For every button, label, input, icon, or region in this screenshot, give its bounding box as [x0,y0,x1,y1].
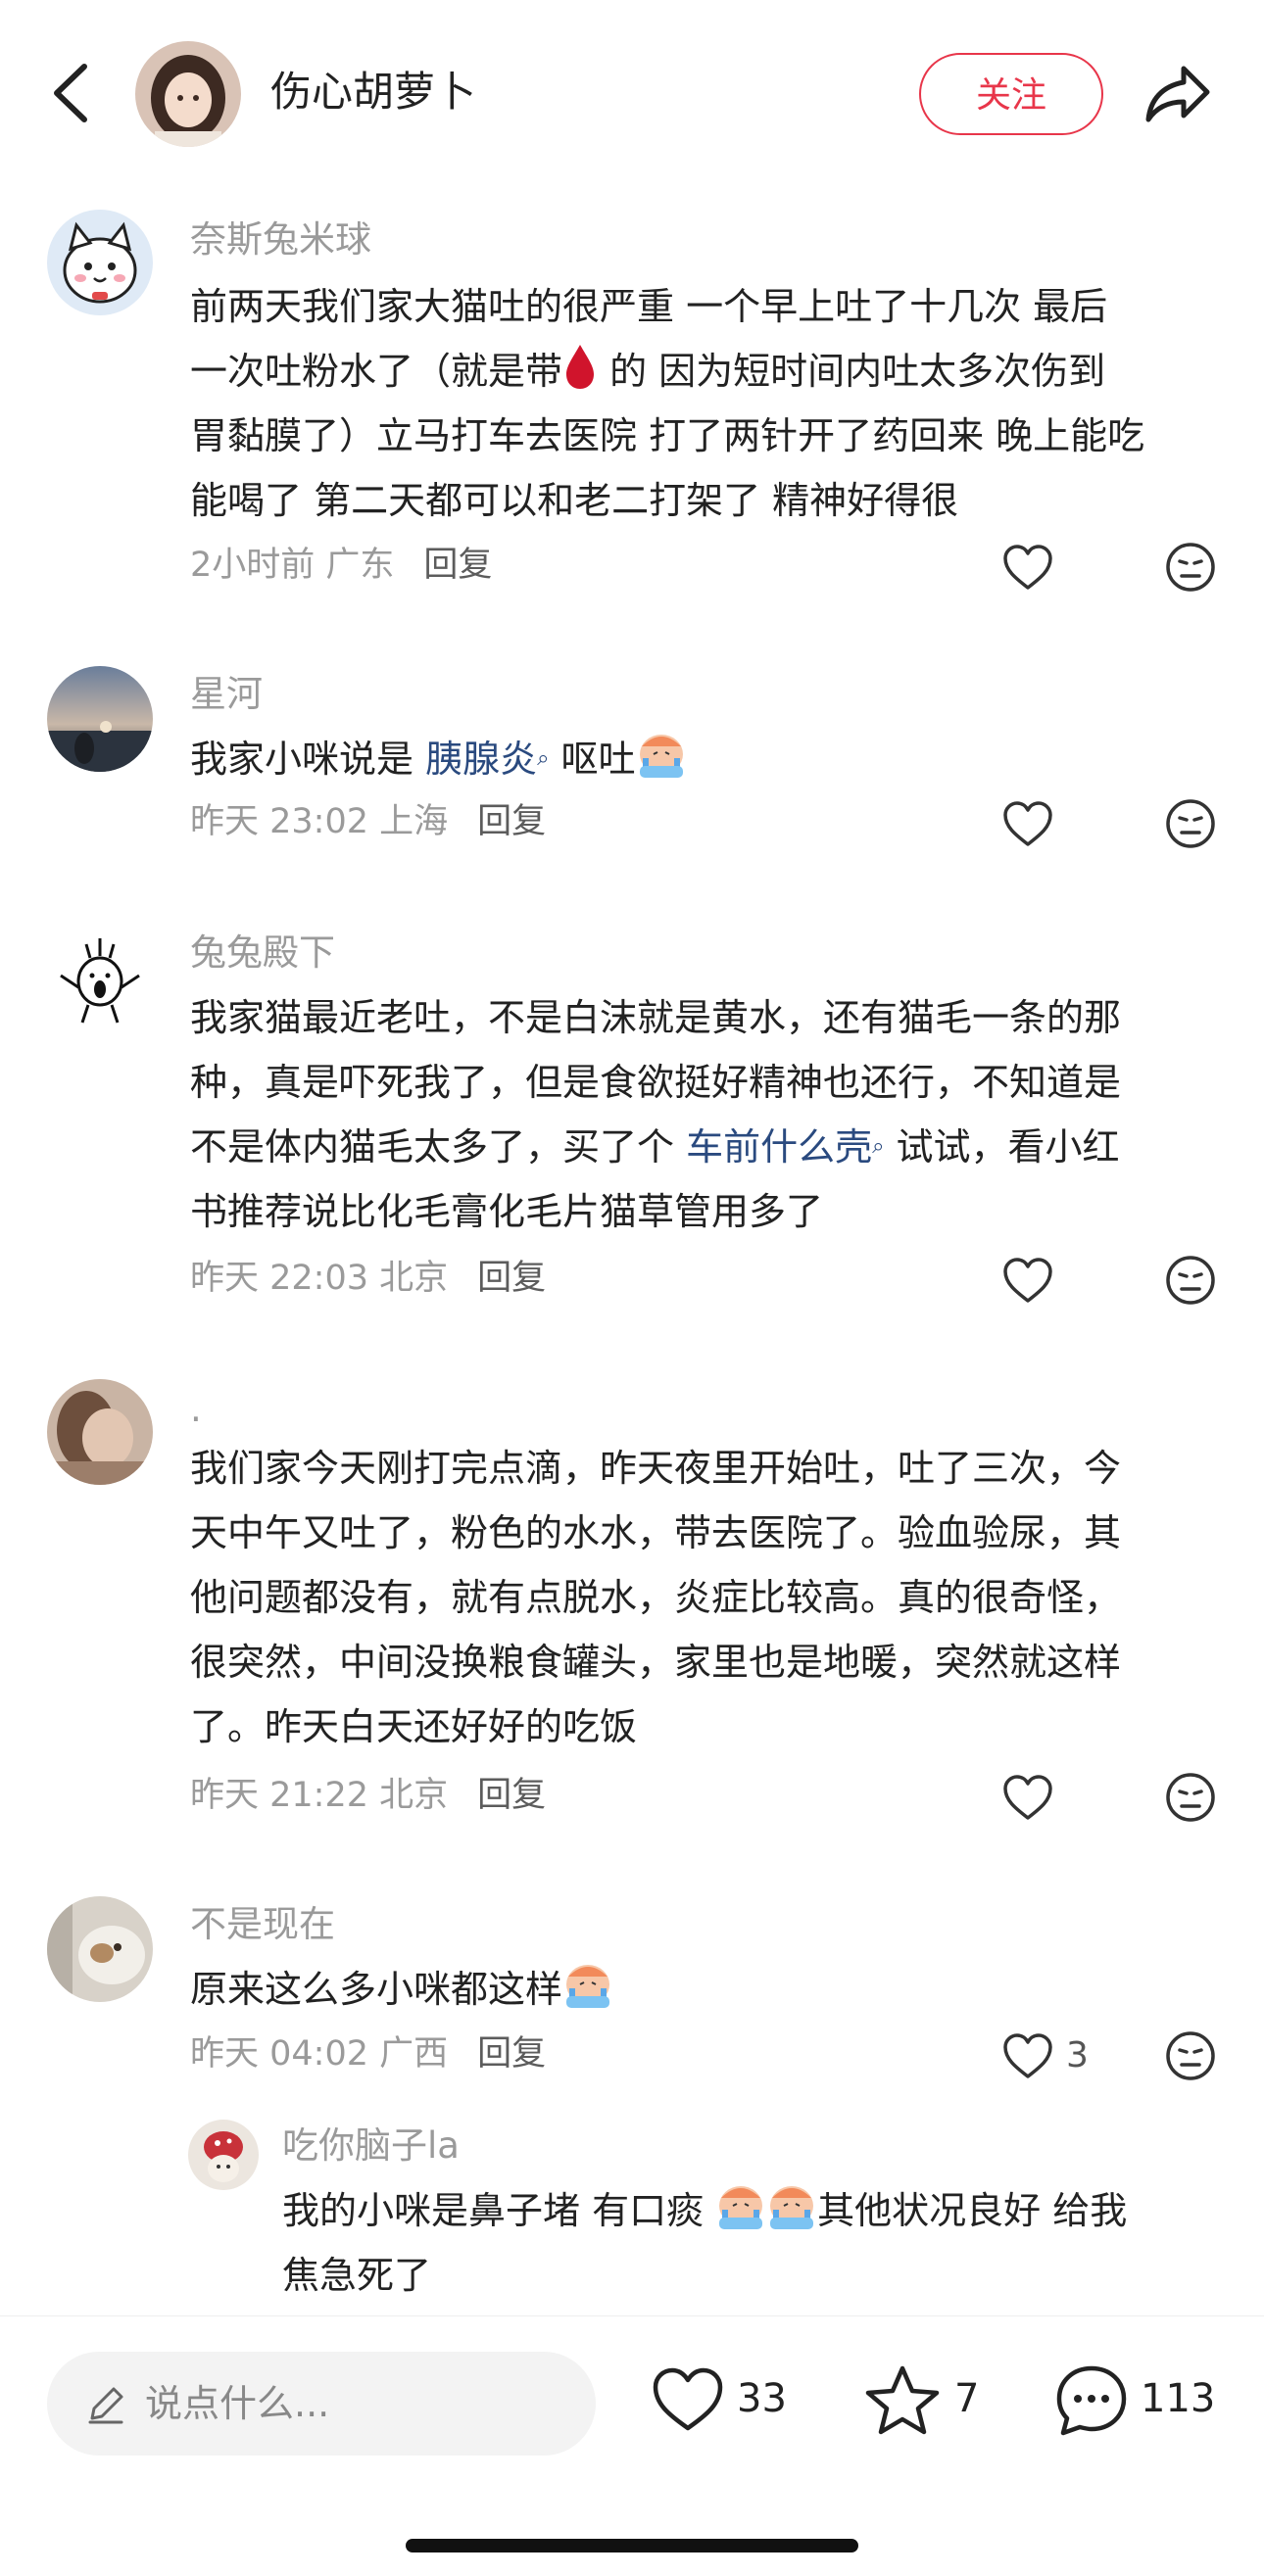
commenter-avatar[interactable] [47,925,153,1030]
star-icon[interactable] [864,2363,941,2440]
commenter-name[interactable]: 星河 [190,670,263,719]
reply-button[interactable]: 回复 [477,1259,546,1298]
blood-drop-icon [562,341,598,392]
crying-emoji-icon [636,729,687,780]
comment-count: 113 [1141,2376,1216,2421]
dislike-face-icon[interactable] [1164,1771,1217,1824]
heart-icon[interactable] [1001,1773,1054,1822]
comment-line: 他问题都没有，就有点脱水，炎症比较高。真的很奇怪， [190,1576,1122,1619]
dislike-face-icon[interactable] [1164,1254,1217,1307]
share-icon[interactable] [1144,63,1213,125]
reply-button[interactable]: 回复 [423,546,492,585]
comment-line: 前两天我们家大猫吐的很严重 一个早上吐了十几次 最后 [190,285,1108,328]
author-avatar[interactable] [135,41,241,147]
heart-icon[interactable] [1001,543,1054,592]
dislike-face-icon[interactable] [1164,797,1217,850]
comment-line-part: 试试，看小红 [884,1125,1120,1169]
replier-avatar[interactable] [188,2120,259,2190]
commenter-avatar[interactable] [47,1896,153,2002]
comment-time-location: 昨天 22:03 北京 [190,1259,449,1298]
like-count: 33 [737,2376,787,2421]
comment-line: 了。昨天白天还好好的吃饭 [190,1705,638,1748]
comment-line: 很突然，中间没换粮食罐头，家里也是地暖，突然就这样 [190,1641,1122,1684]
comment-line-part: 的 因为短时间内吐太多次伤到 [598,350,1106,393]
pen-icon [84,2383,127,2426]
commenter-avatar[interactable] [47,666,153,772]
comment-meta: 昨天 22:03 北京 回复 [190,1254,546,1303]
comment-time-location: 昨天 21:22 北京 [190,1776,449,1815]
author-name[interactable]: 伤心胡萝卜 [270,65,476,119]
crying-emoji-icon [715,2180,766,2231]
comment-line: 不是体内猫毛太多了，买了个 车前什么壳⌕ 试试，看小红 [190,1115,1229,1179]
comment-time-location: 昨天 23:02 上海 [190,802,449,841]
heart-icon[interactable] [1001,2031,1054,2080]
comment-text: 我家猫最近老吐，不是白沫就是黄水，还有猫毛一条的那 种，真是吓死我了，但是食欲挺… [190,985,1229,1244]
reply-button[interactable]: 回复 [477,1776,546,1815]
commenter-avatar[interactable] [47,210,153,315]
comment-text-part: 我家小咪说是 [190,738,426,781]
heart-icon[interactable] [1001,1256,1054,1305]
follow-button[interactable]: 关注 [919,53,1103,135]
search-link-icon[interactable]: ⌕ [537,746,549,771]
comment-meta: 昨天 04:02 广西 回复 [190,2029,546,2078]
comment-meta: 昨天 23:02 上海 回复 [190,797,546,846]
heart-icon[interactable] [1001,799,1054,848]
replier-name[interactable]: 吃你脑子la [282,2122,460,2171]
comment-line-part: 不是体内猫毛太多了，买了个 [190,1125,687,1169]
dislike-face-icon[interactable] [1164,541,1217,594]
comment-line: 书推荐说比化毛膏化毛片猫草管用多了 [190,1190,824,1233]
search-link-icon[interactable]: ⌕ [872,1134,884,1159]
reply-line-part: 其他状况良好 给我 [817,2189,1128,2232]
reply-line: 我的小咪是鼻子堵 有口痰 其他状况良好 给我 [282,2178,1223,2243]
crying-emoji-icon [562,1959,613,2010]
comment-line: 胃黏膜了）立马打车去医院 打了两针开了药回来 晚上能吃 [190,414,1145,457]
comment-line: 我家猫最近老吐，不是白沫就是黄水，还有猫毛一条的那 [190,996,1122,1039]
comment-line: 我们家今天刚打完点滴，昨天夜里开始吐，吐了三次，今 [190,1447,1122,1490]
search-link[interactable]: 车前什么壳 [686,1125,872,1169]
comment-text-part: 呕吐 [549,738,636,781]
back-arrow-icon[interactable] [47,61,98,125]
reply-line-part: 我的小咪是鼻子堵 有口痰 [282,2189,716,2232]
crying-emoji-icon [766,2180,817,2231]
comment-line: 种，真是吓死我了，但是食欲挺好精神也还行，不知道是 [190,1061,1122,1104]
commenter-name[interactable]: 奈斯兔米球 [190,215,371,264]
heart-icon[interactable] [651,2365,725,2438]
comment-input-placeholder: 说点什么... [145,2382,330,2425]
chat-bubble-icon[interactable] [1054,2363,1129,2442]
commenter-avatar[interactable] [47,1379,153,1485]
comment-line: 一次吐粉水了（就是带 的 因为短时间内吐太多次伤到 [190,339,1229,404]
home-indicator[interactable] [406,2539,858,2552]
comment-text: 我们家今天刚打完点滴，昨天夜里开始吐，吐了三次，今 天中午又吐了，粉色的水水，带… [190,1436,1229,1759]
comment-input[interactable]: 说点什么... [47,2352,596,2456]
reply-line: 焦急死了 [282,2254,432,2297]
reply-text: 我的小咪是鼻子堵 有口痰 其他状况良好 给我 焦急死了 [282,2178,1223,2308]
header: 伤心胡萝卜 关注 [0,0,1264,186]
commenter-name[interactable]: 不是现在 [190,1900,335,1949]
reply-button[interactable]: 回复 [477,802,546,841]
comment-meta: 昨天 21:22 北京 回复 [190,1771,546,1820]
bottom-action-bar: 说点什么... 33 7 113 [0,2315,1264,2576]
search-link[interactable]: 胰腺炎 [425,738,537,781]
comment-time-location: 昨天 04:02 广西 [190,2034,449,2074]
dislike-face-icon[interactable] [1164,2029,1217,2082]
like-count: 3 [1066,2035,1089,2075]
comment-line-part: 一次吐粉水了（就是带 [190,350,563,393]
comment-line: 天中午又吐了，粉色的水水，带去医院了。验血验尿，其 [190,1511,1122,1554]
commenter-name[interactable]: . [190,1385,202,1434]
comment-text: 我家小咪说是 胰腺炎⌕ 呕吐 [190,727,1229,791]
comment-text: 原来这么多小咪都这样 [190,1957,1229,2022]
star-count: 7 [954,2376,980,2421]
comment-text: 前两天我们家大猫吐的很严重 一个早上吐了十几次 最后 一次吐粉水了（就是带 的 … [190,274,1229,533]
commenter-name[interactable]: 兔兔殿下 [190,929,335,978]
comment-time-location: 2小时前 广东 [190,546,395,585]
reply-button[interactable]: 回复 [477,2034,546,2074]
comment-text-part: 原来这么多小咪都这样 [190,1968,563,2011]
comment-meta: 2小时前 广东 回复 [190,541,492,590]
comment-line: 能喝了 第二天都可以和老二打架了 精神好得很 [190,479,959,522]
